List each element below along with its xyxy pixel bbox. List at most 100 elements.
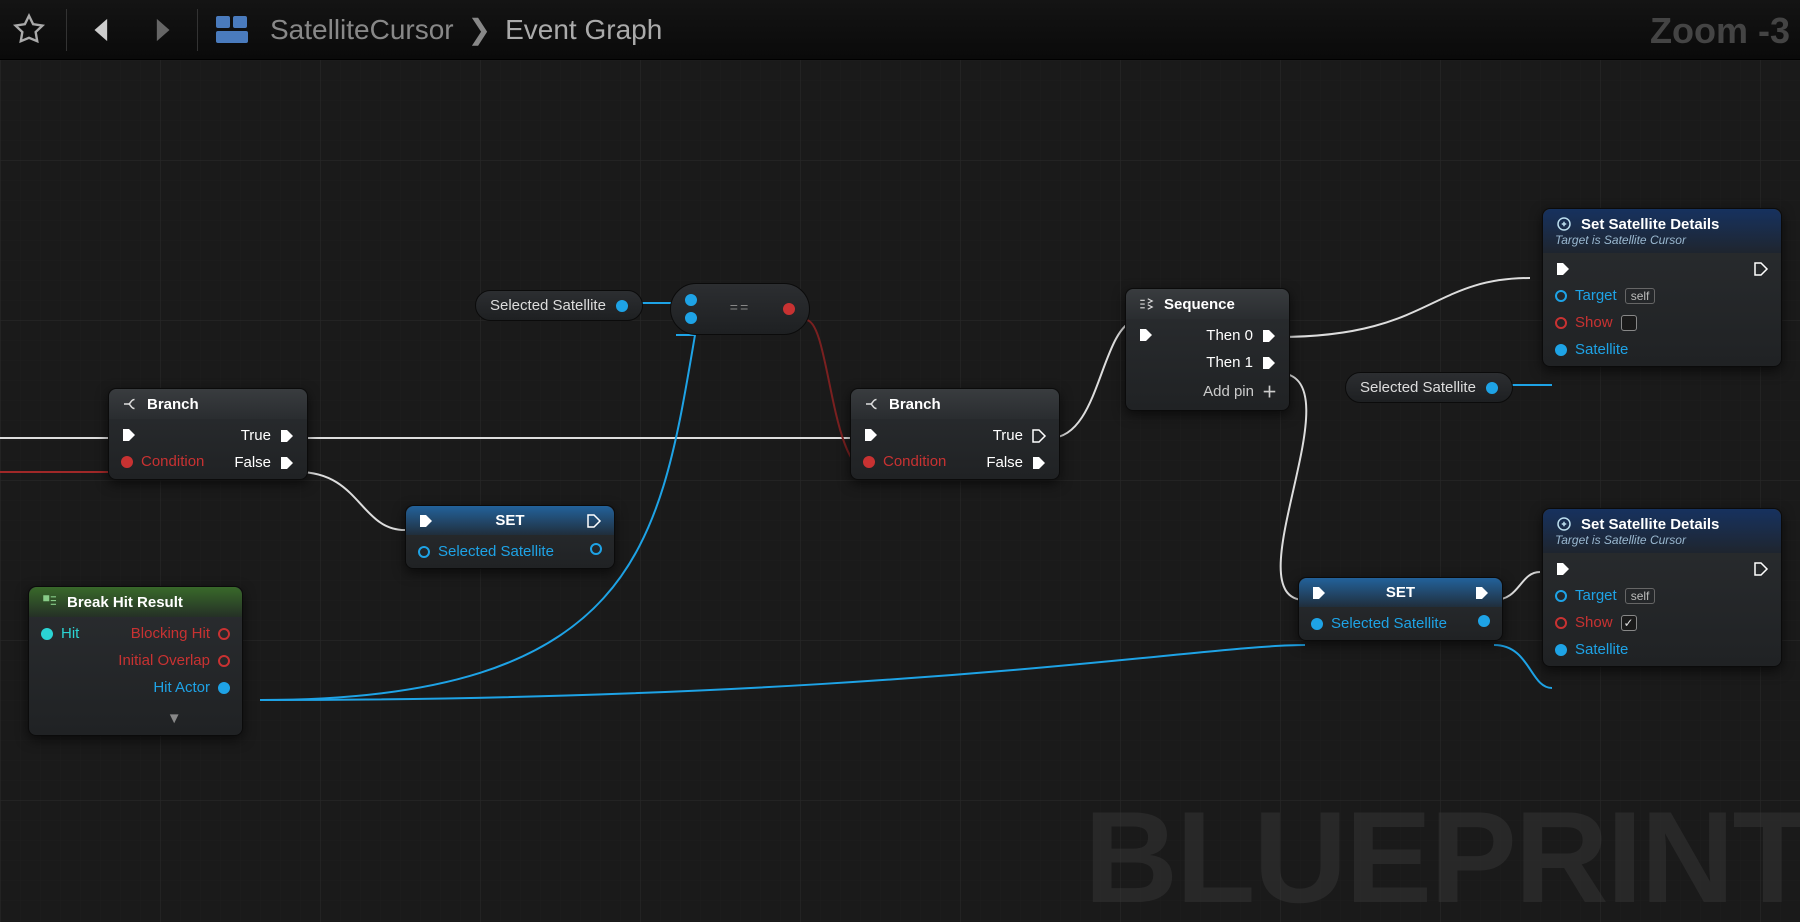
input-b-pin[interactable] — [685, 312, 697, 324]
exec-in-pin[interactable] — [1311, 585, 1327, 601]
then-1-pin[interactable]: Then 1 — [1206, 354, 1277, 371]
node-title: Set Satellite Details — [1581, 516, 1719, 533]
exec-in-pin[interactable] — [1138, 327, 1154, 343]
output-pin[interactable] — [616, 300, 628, 312]
node-header: Sequence — [1126, 289, 1289, 319]
selected-satellite-pin-in[interactable]: Selected Satellite — [1311, 615, 1447, 632]
hit-in-pin[interactable]: Hit — [41, 625, 79, 642]
exec-in-pin[interactable] — [863, 427, 946, 443]
node-title: Set Satellite Details — [1581, 216, 1719, 233]
input-a-pin[interactable] — [685, 294, 697, 306]
node-title: SET — [495, 512, 524, 529]
node-header: Break Hit Result — [29, 587, 242, 617]
exec-out-pin[interactable] — [1474, 585, 1490, 601]
show-pin[interactable]: Show — [1555, 314, 1655, 331]
blocking-hit-pin[interactable]: Blocking Hit — [131, 625, 230, 642]
pin-label: Selected Satellite — [438, 543, 554, 560]
expand-caret-icon[interactable]: ▼ — [167, 710, 182, 727]
node-subtitle: Target is Satellite Cursor — [1555, 533, 1686, 547]
add-pin-button[interactable]: ＋Add pin — [1203, 381, 1277, 402]
pin-label: False — [234, 454, 271, 471]
pin-label: Satellite — [1575, 641, 1628, 658]
pin-label: Hit — [61, 625, 79, 642]
zoom-indicator: Zoom -3 — [1650, 10, 1790, 52]
output-pin[interactable] — [783, 303, 795, 315]
pin-label: Then 0 — [1206, 327, 1253, 344]
node-set-1[interactable]: SET Selected Satellite — [405, 505, 615, 569]
selected-satellite-pin-in[interactable]: Selected Satellite — [418, 543, 554, 560]
breadcrumb-parent[interactable]: SatelliteCursor — [270, 14, 454, 46]
exec-in-pin[interactable] — [418, 513, 434, 529]
false-pin[interactable]: False — [986, 454, 1047, 471]
show-checkbox[interactable] — [1621, 615, 1637, 631]
satellite-pin[interactable]: Satellite — [1555, 641, 1655, 658]
favorite-star-icon[interactable] — [10, 11, 48, 49]
exec-out-pin[interactable] — [586, 513, 602, 529]
exec-in-pin[interactable] — [1555, 561, 1655, 577]
target-pin[interactable]: Targetself — [1555, 587, 1655, 604]
true-pin[interactable]: True — [241, 427, 295, 444]
node-set-satellite-details-2[interactable]: Set Satellite Details Target is Satellit… — [1542, 508, 1782, 667]
node-branch-1[interactable]: Branch Condition True False — [108, 388, 308, 480]
node-title: Sequence — [1164, 296, 1235, 313]
true-pin[interactable]: True — [993, 427, 1047, 444]
pin-label: False — [986, 454, 1023, 471]
node-title: Branch — [889, 396, 941, 413]
breadcrumb-current[interactable]: Event Graph — [505, 14, 662, 46]
operator-label: == — [730, 301, 751, 317]
pin-label: Condition — [883, 453, 946, 470]
exec-in-pin[interactable] — [1555, 261, 1655, 277]
exec-out-pin[interactable] — [1753, 261, 1769, 277]
pill-label: Selected Satellite — [490, 297, 606, 314]
toolbar-separator — [66, 9, 67, 51]
pin-label: Add pin — [1203, 383, 1254, 400]
show-pin[interactable]: Show — [1555, 614, 1655, 631]
pin-label: Blocking Hit — [131, 625, 210, 642]
pin-label: Initial Overlap — [118, 652, 210, 669]
node-sequence[interactable]: Sequence Then 0 Then 1 ＋Add pin — [1125, 288, 1290, 411]
value-out-pin[interactable] — [590, 543, 602, 555]
watermark: BLUEPRINT — [1084, 782, 1800, 922]
then-0-pin[interactable]: Then 0 — [1206, 327, 1277, 344]
node-header: SET — [406, 506, 614, 535]
exec-in-pin[interactable] — [121, 427, 204, 443]
pin-label: True — [993, 427, 1023, 444]
node-branch-2[interactable]: Branch Condition True False — [850, 388, 1060, 480]
node-header: Branch — [109, 389, 307, 419]
pin-label: Condition — [141, 453, 204, 470]
node-break-hit-result[interactable]: Break Hit Result Hit Blocking Hit Initia… — [28, 586, 243, 736]
self-tag: self — [1625, 588, 1656, 604]
nav-back-icon[interactable] — [85, 11, 123, 49]
self-tag: self — [1625, 288, 1656, 304]
hit-actor-pin[interactable]: Hit Actor — [153, 679, 230, 696]
node-header: Set Satellite Details Target is Satellit… — [1543, 509, 1781, 553]
node-equals[interactable]: == — [670, 283, 810, 335]
nav-forward-icon[interactable] — [141, 11, 179, 49]
node-set-satellite-details-1[interactable]: Set Satellite Details Target is Satellit… — [1542, 208, 1782, 367]
variable-selected-satellite-2[interactable]: Selected Satellite — [1345, 372, 1513, 403]
blueprint-icon[interactable] — [216, 14, 252, 46]
show-checkbox[interactable] — [1621, 315, 1637, 331]
condition-pin[interactable]: Condition — [863, 453, 946, 470]
false-pin[interactable]: False — [234, 454, 295, 471]
target-pin[interactable]: Targetself — [1555, 287, 1655, 304]
pin-label: True — [241, 427, 271, 444]
node-title: SET — [1386, 584, 1415, 601]
condition-pin[interactable]: Condition — [121, 453, 204, 470]
pin-label: Show — [1575, 614, 1613, 631]
break-struct-icon — [41, 593, 59, 611]
satellite-pin[interactable]: Satellite — [1555, 341, 1655, 358]
node-set-2[interactable]: SET Selected Satellite — [1298, 577, 1503, 641]
node-subtitle: Target is Satellite Cursor — [1555, 233, 1686, 247]
node-header: Set Satellite Details Target is Satellit… — [1543, 209, 1781, 253]
sequence-icon — [1138, 295, 1156, 313]
node-title: Break Hit Result — [67, 594, 183, 611]
exec-out-pin[interactable] — [1753, 561, 1769, 577]
variable-selected-satellite-1[interactable]: Selected Satellite — [475, 290, 643, 321]
output-pin[interactable] — [1486, 382, 1498, 394]
toolbar: SatelliteCursor ❯ Event Graph Zoom -3 — [0, 0, 1800, 60]
value-out-pin[interactable] — [1478, 615, 1490, 627]
breadcrumb: SatelliteCursor ❯ Event Graph — [270, 13, 662, 46]
initial-overlap-pin[interactable]: Initial Overlap — [118, 652, 230, 669]
node-header: Branch — [851, 389, 1059, 419]
